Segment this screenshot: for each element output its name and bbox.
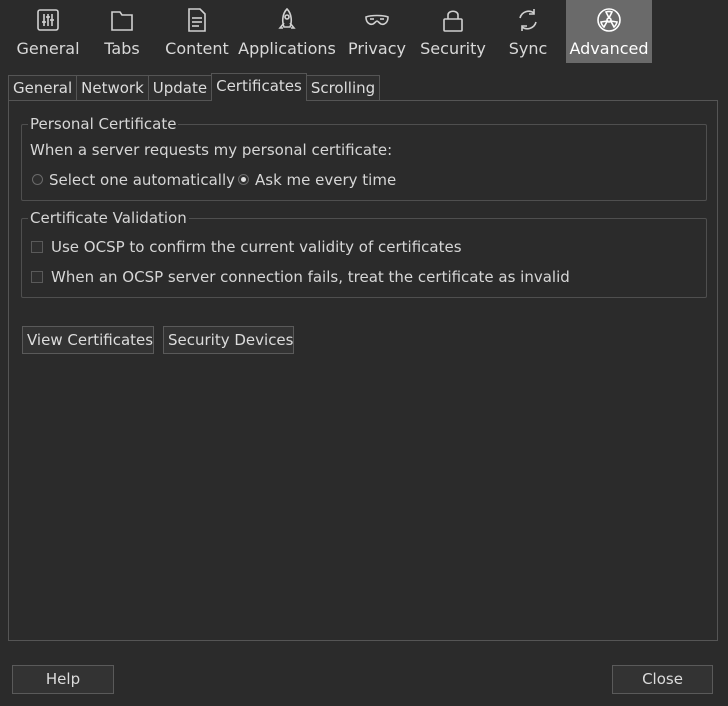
toolbar-general-label: General — [16, 39, 80, 58]
toolbar-advanced[interactable]: Advanced — [566, 0, 652, 63]
checkbox-ocsp-confirm-label: Use OCSP to confirm the current validity… — [51, 238, 462, 256]
subtab-certificates[interactable]: Certificates — [211, 73, 307, 101]
lock-icon — [439, 0, 467, 40]
radio-auto-indicator[interactable] — [32, 174, 43, 185]
radio-ask-indicator[interactable] — [238, 174, 249, 185]
toolbar-tabs-label: Tabs — [104, 39, 140, 58]
radio-select-automatically[interactable]: Select one automatically — [32, 171, 235, 189]
subtab-general[interactable]: General — [8, 75, 78, 101]
view-certificates-button[interactable]: View Certificates — [22, 326, 154, 354]
toolbar-privacy[interactable]: Privacy — [338, 0, 416, 63]
certificate-validation-title: Certificate Validation — [28, 209, 189, 227]
toolbar-sync[interactable]: Sync — [490, 0, 566, 63]
personal-certificate-title: Personal Certificate — [28, 115, 179, 133]
rocket-icon — [273, 0, 301, 40]
sync-icon — [514, 0, 542, 40]
checkbox-ocsp-confirm-box[interactable] — [31, 240, 43, 253]
close-button[interactable]: Close — [612, 665, 713, 694]
advanced-subtabs: General Network Update Certificates Scro… — [8, 73, 381, 101]
mask-icon — [363, 0, 391, 40]
personal-certificate-prompt: When a server requests my personal certi… — [30, 141, 393, 159]
sliders-icon — [34, 0, 62, 40]
toolbar-tabs[interactable]: Tabs — [86, 0, 158, 63]
help-button[interactable]: Help — [12, 665, 114, 694]
radiation-icon — [595, 0, 623, 40]
toolbar-sync-label: Sync — [508, 39, 548, 58]
radio-ask-label: Ask me every time — [255, 171, 397, 189]
toolbar-applications[interactable]: Applications — [236, 0, 338, 63]
radio-ask-every-time[interactable]: Ask me every time — [238, 171, 396, 189]
checkbox-ocsp-fail-label: When an OCSP server connection fails, tr… — [51, 268, 570, 286]
toolbar-content-label: Content — [165, 39, 229, 58]
checkbox-ocsp-fail-box[interactable] — [31, 270, 43, 283]
toolbar-security-label: Security — [420, 39, 486, 58]
certificate-validation-group: Certificate Validation Use OCSP to confi… — [21, 210, 707, 298]
subtab-update[interactable]: Update — [147, 75, 213, 101]
toolbar-advanced-label: Advanced — [569, 39, 649, 58]
toolbar-content[interactable]: Content — [158, 0, 236, 63]
radio-auto-label: Select one automatically — [49, 171, 235, 189]
checkbox-ocsp-fail[interactable]: When an OCSP server connection fails, tr… — [31, 268, 570, 286]
certificates-panel: Personal Certificate When a server reque… — [8, 100, 718, 641]
subtab-network[interactable]: Network — [76, 75, 149, 101]
tabs-icon — [108, 0, 136, 40]
preferences-toolbar: General Tabs Content Applications Privac… — [0, 0, 728, 63]
personal-certificate-group: Personal Certificate When a server reque… — [21, 116, 707, 201]
toolbar-applications-label: Applications — [238, 39, 336, 58]
toolbar-general[interactable]: General — [10, 0, 86, 63]
document-icon — [183, 0, 211, 40]
security-devices-button[interactable]: Security Devices — [163, 326, 294, 354]
toolbar-privacy-label: Privacy — [348, 39, 406, 58]
checkbox-ocsp-confirm[interactable]: Use OCSP to confirm the current validity… — [31, 238, 462, 256]
subtab-scrolling[interactable]: Scrolling — [305, 75, 381, 101]
toolbar-security[interactable]: Security — [416, 0, 490, 63]
